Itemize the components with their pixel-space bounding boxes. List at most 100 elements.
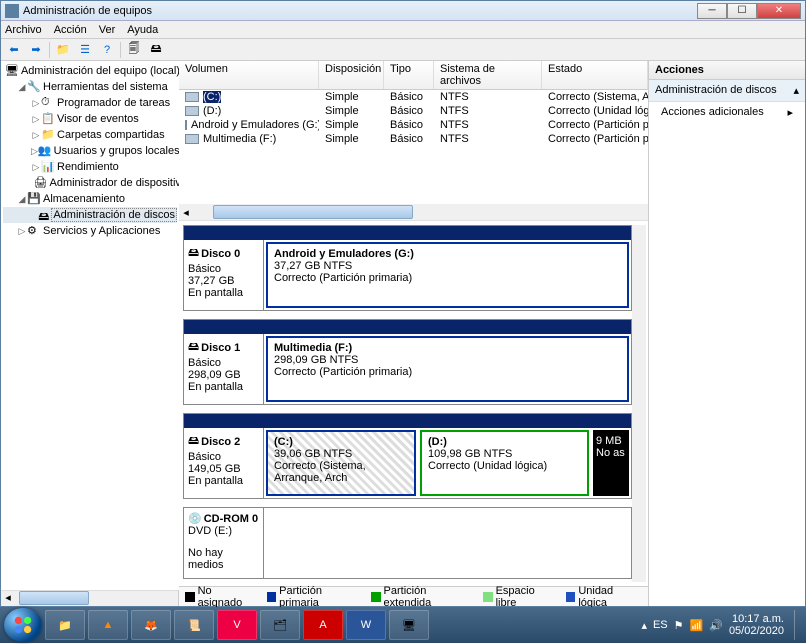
- volume-row[interactable]: Android y Emuladores (G:)SimpleBásicoNTF…: [179, 118, 648, 132]
- part-size: 9 MB: [596, 435, 626, 447]
- volume-icon: [185, 134, 199, 144]
- disk-info[interactable]: 🖴Disco 1Básico298,09 GBEn pantalla: [184, 334, 264, 404]
- menu-archivo[interactable]: Archivo: [5, 24, 42, 36]
- taskbar-app-python[interactable]: 📜: [174, 610, 214, 640]
- part-size: 298,09 GB NTFS: [274, 354, 621, 366]
- taskbar-app-mgmt[interactable]: 🖥: [389, 610, 429, 640]
- tree-discos[interactable]: 🖴 Administración de discos: [3, 207, 177, 223]
- disk-block[interactable]: 🖴Disco 2Básico149,05 GBEn pantalla (C:)3…: [183, 413, 632, 499]
- disk-block[interactable]: 🖴Disco 1Básico298,09 GBEn pantallaMultim…: [183, 319, 632, 405]
- tree-usuarios[interactable]: ▷ 👥 Usuarios y grupos locales: [3, 143, 177, 159]
- taskbar-app-explorer[interactable]: 📁: [45, 610, 85, 640]
- taskbar-app-word[interactable]: W: [346, 610, 386, 640]
- expander-icon[interactable]: ▷: [31, 146, 38, 157]
- partition[interactable]: 9 MBNo as: [593, 430, 629, 496]
- volume-icon: [185, 120, 187, 130]
- vol-tipo: Básico: [384, 91, 434, 103]
- menu-ayuda[interactable]: Ayuda: [127, 24, 158, 36]
- tree-pane[interactable]: 🖥 Administración del equipo (local) ◢ 🔧 …: [1, 61, 179, 590]
- partition[interactable]: (C:)39,06 GB NTFSCorrecto (Sistema, Arra…: [266, 430, 416, 496]
- tray-date: 05/02/2020: [729, 625, 784, 637]
- tree-rendimiento[interactable]: ▷ 📊 Rendimiento: [3, 159, 177, 175]
- tree-hscrollbar[interactable]: ◂: [1, 590, 178, 606]
- separator: [49, 42, 50, 58]
- disk-status: En pantalla: [188, 475, 259, 487]
- disk-info[interactable]: 💿CD-ROM 0DVD (E:)No hay medios: [184, 508, 264, 578]
- tree-almacenamiento[interactable]: ◢ 💾 Almacenamiento: [3, 191, 177, 207]
- tray-clock[interactable]: 10:17 a.m. 05/02/2020: [729, 613, 788, 637]
- col-disposicion[interactable]: Disposición: [319, 61, 384, 89]
- tree-visor[interactable]: ▷ 📋 Visor de eventos: [3, 111, 177, 127]
- separator: [120, 42, 121, 58]
- refresh-button[interactable]: 🗐: [125, 41, 143, 59]
- col-sistema[interactable]: Sistema de archivos: [434, 61, 542, 89]
- tray-lang[interactable]: ES: [653, 619, 668, 631]
- part-state: Correcto (Partición primaria): [274, 272, 621, 284]
- col-volumen[interactable]: Volumen: [179, 61, 319, 89]
- taskbar[interactable]: 📁 ▲ 🦊 📜 V 🗂 A W 🖥 ▴ ES ⚑ 📶 🔊 10:17 a.m. …: [0, 607, 806, 643]
- actions-additional[interactable]: Acciones adicionales ▸: [649, 102, 805, 123]
- show-desktop-button[interactable]: [794, 610, 802, 640]
- volume-icon: [185, 106, 199, 116]
- props-button[interactable]: ☰: [76, 41, 94, 59]
- expander-icon[interactable]: ▷: [31, 98, 41, 109]
- volume-row[interactable]: Multimedia (F:)SimpleBásicoNTFSCorrecto …: [179, 132, 648, 146]
- tray-volume-icon[interactable]: 🔊: [709, 619, 723, 632]
- actions-label: Administración de discos: [655, 84, 777, 97]
- help-button[interactable]: ?: [98, 41, 116, 59]
- tree-herramientas[interactable]: ◢ 🔧 Herramientas del sistema: [3, 79, 177, 95]
- minimize-button[interactable]: ─: [697, 3, 727, 19]
- titlebar[interactable]: Administración de equipos ─ ☐ ✕: [1, 1, 805, 21]
- part-title: (C:): [274, 436, 408, 448]
- app-window: Administración de equipos ─ ☐ ✕ Archivo …: [0, 0, 806, 607]
- close-button[interactable]: ✕: [757, 3, 801, 19]
- expander-icon[interactable]: ▷: [31, 162, 41, 173]
- back-button[interactable]: ⬅: [5, 41, 23, 59]
- partition[interactable]: Multimedia (F:)298,09 GB NTFSCorrecto (P…: [266, 336, 629, 402]
- disk-block[interactable]: 🖴Disco 0Básico37,27 GBEn pantallaAndroid…: [183, 225, 632, 311]
- actions-disk-mgmt[interactable]: Administración de discos ▴: [649, 80, 805, 102]
- menu-accion[interactable]: Acción: [54, 24, 87, 36]
- taskbar-app-files[interactable]: 🗂: [260, 610, 300, 640]
- taskbar-app-vivaldi[interactable]: V: [217, 610, 257, 640]
- volume-row[interactable]: (C:)SimpleBásicoNTFSCorrecto (Sistema, A…: [179, 90, 648, 104]
- expander-icon[interactable]: ◢: [17, 194, 27, 205]
- volume-hscrollbar[interactable]: ◂: [179, 204, 648, 220]
- app-icon: [5, 4, 19, 18]
- disk-block[interactable]: 💿CD-ROM 0DVD (E:)No hay medios: [183, 507, 632, 579]
- tree-servicios[interactable]: ▷ ⚙ Servicios y Aplicaciones: [3, 223, 177, 239]
- partition[interactable]: (D:)109,98 GB NTFSCorrecto (Unidad lógic…: [420, 430, 589, 496]
- taskbar-app-adobe[interactable]: A: [303, 610, 343, 640]
- tray-chevron-icon[interactable]: ▴: [641, 619, 647, 632]
- menu-ver[interactable]: Ver: [99, 24, 116, 36]
- col-tipo[interactable]: Tipo: [384, 61, 434, 89]
- swatch: [185, 592, 195, 602]
- taskbar-app-vlc[interactable]: ▲: [88, 610, 128, 640]
- col-estado[interactable]: Estado: [542, 61, 648, 89]
- disk-info[interactable]: 🖴Disco 2Básico149,05 GBEn pantalla: [184, 428, 264, 498]
- tree-programador[interactable]: ▷ ⏱ Programador de tareas: [3, 95, 177, 111]
- disk-tool-button[interactable]: 🖴: [147, 41, 165, 59]
- forward-button[interactable]: ➡: [27, 41, 45, 59]
- disk-info[interactable]: 🖴Disco 0Básico37,27 GBEn pantalla: [184, 240, 264, 310]
- partition[interactable]: Android y Emuladores (G:)37,27 GB NTFSCo…: [266, 242, 629, 308]
- start-button[interactable]: [4, 608, 42, 642]
- system-tray[interactable]: ▴ ES ⚑ 📶 🔊 10:17 a.m. 05/02/2020: [641, 610, 802, 640]
- tree-dispositivos[interactable]: 🖨 Administrador de dispositivos: [3, 175, 177, 191]
- volume-row[interactable]: (D:)SimpleBásicoNTFSCorrecto (Unidad lóg…: [179, 104, 648, 118]
- toolbar: ⬅ ➡ 📁 ☰ ? 🗐 🖴: [1, 39, 805, 61]
- tree-root[interactable]: 🖥 Administración del equipo (local): [3, 63, 177, 79]
- tree-carpetas[interactable]: ▷ 📁 Carpetas compartidas: [3, 127, 177, 143]
- tray-flag-icon[interactable]: ⚑: [674, 619, 684, 632]
- disk-pane[interactable]: 🖴Disco 0Básico37,27 GBEn pantallaAndroid…: [179, 221, 648, 586]
- tray-network-icon[interactable]: 📶: [690, 619, 704, 632]
- taskbar-app-firefox[interactable]: 🦊: [131, 610, 171, 640]
- disk-vscrollbar[interactable]: [632, 225, 646, 582]
- expander-icon[interactable]: ▷: [17, 226, 27, 237]
- expander-icon[interactable]: ▷: [31, 130, 41, 141]
- window-title: Administración de equipos: [23, 5, 697, 17]
- up-button[interactable]: 📁: [54, 41, 72, 59]
- expander-icon[interactable]: ◢: [17, 82, 27, 93]
- maximize-button[interactable]: ☐: [727, 3, 757, 19]
- expander-icon[interactable]: ▷: [31, 114, 41, 125]
